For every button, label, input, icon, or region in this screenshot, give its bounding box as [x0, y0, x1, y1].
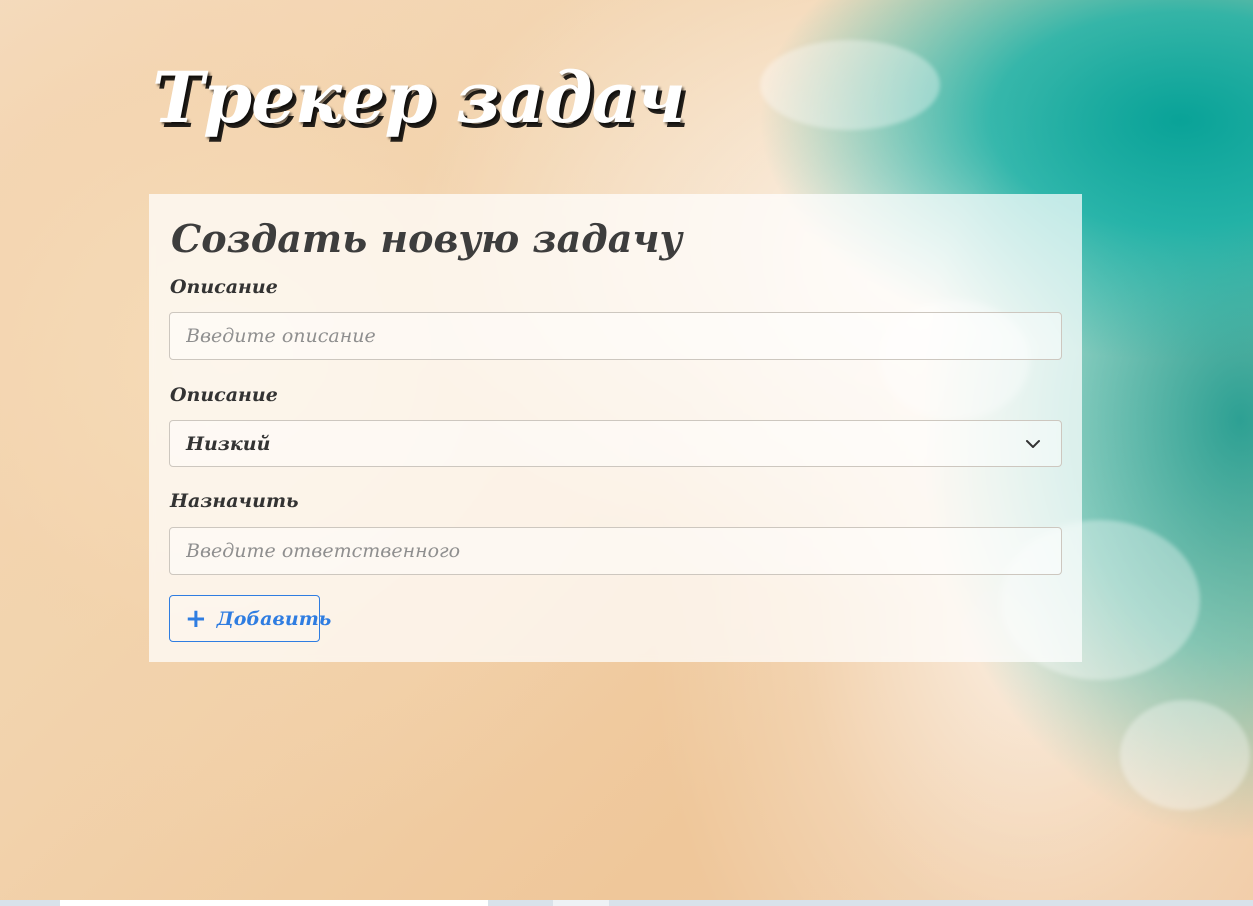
add-button-label: Добавить — [216, 607, 332, 630]
description-input[interactable] — [186, 325, 1061, 347]
bottom-strip — [0, 900, 1253, 906]
description-label: Описание — [170, 276, 278, 298]
assignee-label: Назначить — [170, 490, 299, 512]
strip-segment — [60, 900, 488, 906]
wave-foam — [760, 40, 940, 130]
chevron-down-icon — [1026, 440, 1040, 448]
assignee-field-wrapper — [169, 527, 1062, 575]
wave-foam — [1120, 700, 1250, 810]
create-task-card: Создать новую задачу Описание Описание Н… — [149, 194, 1082, 662]
form-title: Создать новую задачу — [171, 216, 683, 261]
priority-label: Описание — [170, 384, 278, 406]
priority-select[interactable]: Низкий — [169, 420, 1062, 467]
strip-segment — [553, 900, 609, 906]
add-task-button[interactable]: + Добавить — [169, 595, 331, 642]
page-title: Трекер задач — [152, 56, 686, 139]
plus-icon: + — [185, 603, 207, 634]
assignee-input[interactable] — [186, 540, 1061, 562]
priority-selected-value: Низкий — [186, 432, 271, 455]
description-field-wrapper — [169, 312, 1062, 360]
